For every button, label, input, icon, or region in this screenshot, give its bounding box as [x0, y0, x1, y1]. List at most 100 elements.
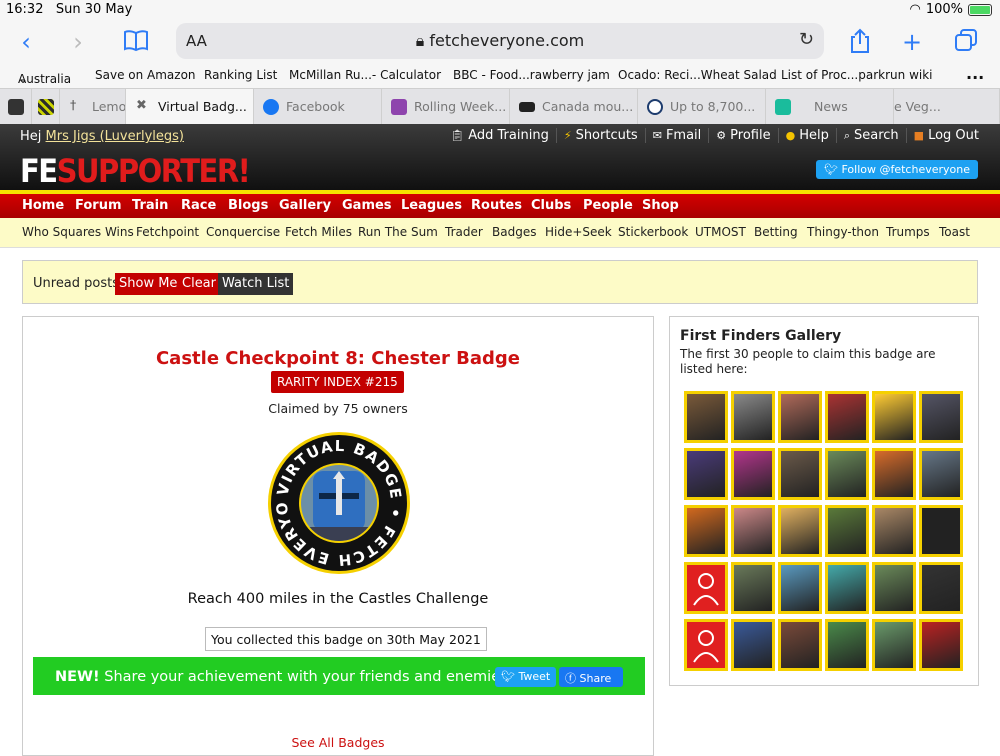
finder-avatar[interactable]	[684, 448, 728, 500]
nav-clubs[interactable]: Clubs	[531, 198, 571, 213]
facebook-icon	[263, 99, 279, 115]
subnav-item[interactable]: Fetch Miles	[285, 225, 352, 239]
nav-blogs[interactable]: Blogs	[228, 198, 268, 213]
subnav-item[interactable]: Thingy-thon	[807, 225, 879, 239]
fmail-link[interactable]: ✉ Fmail	[644, 128, 709, 143]
finder-avatar[interactable]	[778, 391, 822, 443]
subnav-item[interactable]: Hide+Seek	[545, 225, 612, 239]
nav-train[interactable]: Train	[132, 198, 168, 213]
bookmark-item[interactable]: BBC - Food...rawberry jam	[453, 68, 610, 82]
tweet-button[interactable]: 🐦︎ Tweet	[495, 667, 557, 687]
finder-avatar[interactable]	[872, 391, 916, 443]
finder-avatar[interactable]	[825, 562, 869, 614]
subnav-item[interactable]: Betting	[754, 225, 798, 239]
subnav-item[interactable]: UTMOST	[695, 225, 746, 239]
add-training-link[interactable]: 📋︎ Add Training	[443, 128, 556, 143]
clear-button[interactable]: Clear	[178, 273, 220, 295]
subnav-item[interactable]: Badges	[492, 225, 536, 239]
tab-virtual-badge[interactable]: ✖ Virtual Badg...	[126, 89, 254, 125]
fe-supporter-logo[interactable]: FESUPPORTER!	[20, 152, 251, 189]
reload-icon[interactable]: ↻	[799, 29, 814, 50]
subnav-item[interactable]: Fetchpoint	[136, 225, 199, 239]
tabs-overview-icon[interactable]	[952, 28, 980, 56]
bookmark-item[interactable]: List of Proc...parkrun wiki	[781, 68, 933, 82]
tab-pinned-2[interactable]	[32, 89, 60, 125]
subnav-item[interactable]: Conquercise	[206, 225, 280, 239]
tab-veg[interactable]: e Veg...	[894, 89, 1000, 125]
tab-up-to[interactable]: Up to 8,700...	[638, 89, 766, 125]
search-link[interactable]: ⌕ Search	[835, 128, 906, 143]
tab-lemo[interactable]: † Lemo	[60, 89, 126, 125]
watch-list-button[interactable]: Watch List	[218, 273, 294, 295]
subnav-item[interactable]: Trader	[445, 225, 483, 239]
twitter-follow-button[interactable]: 🐦︎ Follow @fetcheveryone	[816, 160, 978, 179]
finder-avatar[interactable]	[731, 448, 775, 500]
tab-pinned-1[interactable]	[0, 89, 32, 125]
finder-avatar[interactable]	[919, 391, 963, 443]
bookmark-item[interactable]: McMillan Ru...- Calculator	[289, 68, 441, 82]
tab-news[interactable]: News	[766, 89, 894, 125]
tab-rolling-week[interactable]: Rolling Week...	[382, 89, 510, 125]
bookmark-item[interactable]: Ocado: Reci...Wheat Salad	[618, 68, 777, 82]
address-bar[interactable]: AA 🔒︎ fetcheveryone.com ↻	[176, 23, 824, 59]
finder-avatar[interactable]	[872, 448, 916, 500]
nav-leagues[interactable]: Leagues	[401, 198, 462, 213]
finder-avatar[interactable]	[919, 505, 963, 557]
finder-avatar[interactable]	[731, 391, 775, 443]
finder-avatar[interactable]	[684, 619, 728, 671]
finder-avatar[interactable]	[778, 619, 822, 671]
finder-avatar[interactable]	[919, 448, 963, 500]
nav-home[interactable]: Home	[22, 198, 64, 213]
share-icon[interactable]	[846, 28, 874, 56]
new-tab-icon[interactable]: +	[898, 28, 926, 56]
subnav-item[interactable]: Run The Sum	[358, 225, 438, 239]
finder-avatar[interactable]	[872, 505, 916, 557]
finder-avatar[interactable]	[919, 619, 963, 671]
finder-avatar[interactable]	[872, 562, 916, 614]
nav-games[interactable]: Games	[342, 198, 392, 213]
finder-avatar[interactable]	[825, 391, 869, 443]
help-link[interactable]: ● Help	[777, 128, 836, 143]
finder-avatar[interactable]	[825, 505, 869, 557]
bookmarks-icon[interactable]	[122, 28, 150, 56]
shortcuts-link[interactable]: ⚡︎ Shortcuts	[555, 128, 645, 143]
bookmark-item[interactable]: Save on Amazon	[95, 68, 196, 82]
user-link[interactable]: Mrs Jigs (Luverlylegs)	[46, 129, 184, 144]
finder-avatar[interactable]	[731, 505, 775, 557]
subnav-item[interactable]: Toast	[939, 225, 970, 239]
facebook-share-button[interactable]: ⓕ Share	[559, 667, 623, 687]
more-bookmarks-icon[interactable]: ...	[966, 64, 984, 83]
forward-icon[interactable]: ›	[64, 28, 92, 56]
finder-avatar[interactable]	[684, 391, 728, 443]
nav-routes[interactable]: Routes	[471, 198, 522, 213]
back-icon[interactable]: ‹	[12, 28, 40, 56]
finder-avatar[interactable]	[684, 562, 728, 614]
tab-canada[interactable]: Canada mou...	[510, 89, 638, 125]
finder-avatar[interactable]	[778, 448, 822, 500]
finder-avatar[interactable]	[919, 562, 963, 614]
bookmark-item[interactable]: Ranking List	[204, 68, 277, 82]
tab-facebook[interactable]: Facebook	[254, 89, 382, 125]
finder-avatar[interactable]	[684, 505, 728, 557]
nav-race[interactable]: Race	[181, 198, 216, 213]
finder-avatar[interactable]	[731, 619, 775, 671]
subnav-item[interactable]: Stickerbook	[618, 225, 688, 239]
finder-avatar[interactable]	[778, 562, 822, 614]
finder-avatar[interactable]	[825, 448, 869, 500]
profile-link[interactable]: ⚙ Profile	[708, 128, 777, 143]
badge-panel: Castle Checkpoint 8: Chester Badge RARIT…	[22, 316, 654, 756]
nav-forum[interactable]: Forum	[75, 198, 122, 213]
see-all-badges-link[interactable]: See All Badges	[23, 735, 653, 750]
finder-avatar[interactable]	[825, 619, 869, 671]
close-tab-icon[interactable]: ✖	[136, 98, 147, 113]
logout-link[interactable]: ■ Log Out	[905, 128, 986, 143]
show-me-button[interactable]: Show Me	[115, 273, 182, 295]
subnav-item[interactable]: Trumps	[886, 225, 930, 239]
finder-avatar[interactable]	[778, 505, 822, 557]
finder-avatar[interactable]	[872, 619, 916, 671]
subnav-item[interactable]: Who Squares Wins	[22, 225, 134, 239]
nav-gallery[interactable]: Gallery	[279, 198, 331, 213]
nav-people[interactable]: People	[583, 198, 633, 213]
finder-avatar[interactable]	[731, 562, 775, 614]
nav-shop[interactable]: Shop	[642, 198, 679, 213]
